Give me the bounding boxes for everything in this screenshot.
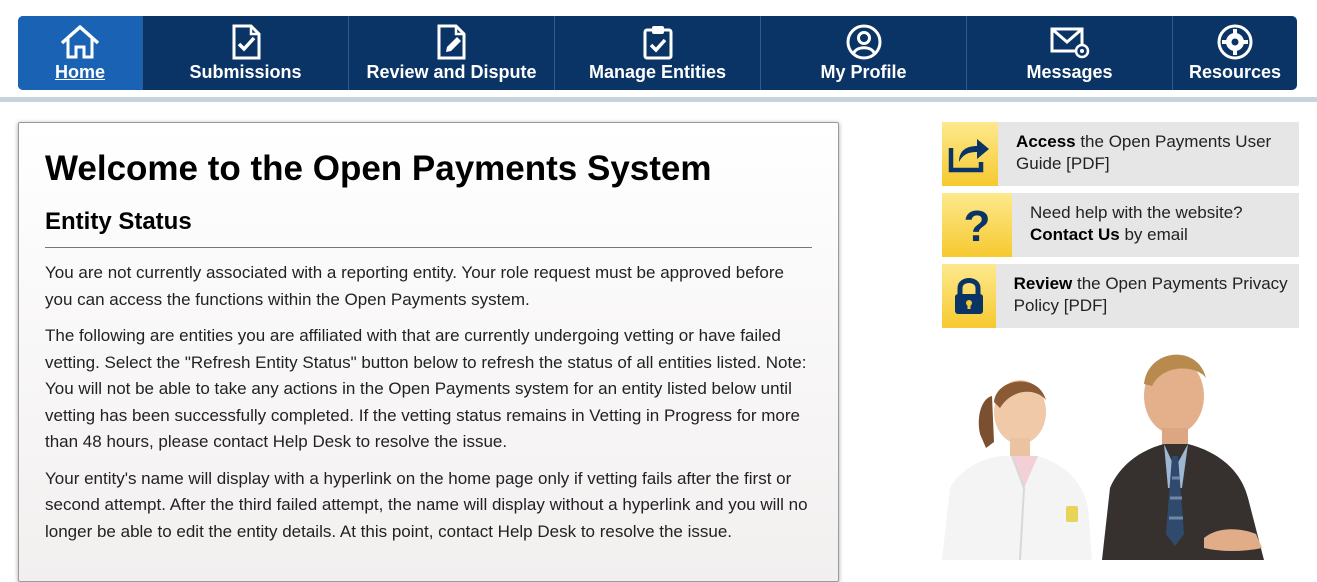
entity-status-paragraph: You are not currently associated with a … [45,263,785,309]
user-guide-link[interactable]: Access the Open Payments User Guide [PDF… [942,122,1299,186]
contact-us-text: Need help with the website? Contact Us b… [1030,203,1243,244]
user-guide-text: Access the Open Payments User Guide [PDF… [1016,132,1272,173]
nav-label: Submissions [189,62,302,82]
privacy-policy-text: Review the Open Payments Privacy Policy … [1013,274,1288,315]
nav-label: Manage Entities [588,62,727,82]
nav-submissions[interactable]: Submissions [143,16,349,90]
main-navigation: Home Submissions Review and Dispute Mana… [18,16,1297,90]
nav-label: Review and Dispute [366,62,537,82]
gear-icon [1216,24,1254,60]
question-mark-icon: ? [942,193,1012,257]
lock-icon [942,264,996,328]
svg-text:?: ? [964,203,991,247]
contact-us-link[interactable]: ? Need help with the website? Contact Us… [942,193,1299,257]
edit-document-icon [435,24,469,60]
clipboard-check-icon [641,24,675,60]
nav-messages[interactable]: Messages [967,16,1173,90]
envelope-icon [1049,24,1091,60]
share-arrow-icon [942,122,999,186]
nav-home[interactable]: Home [18,16,143,90]
nav-manage-entities[interactable]: Manage Entities [555,16,761,90]
nav-label: Resources [1188,62,1282,82]
privacy-policy-link[interactable]: Review the Open Payments Privacy Policy … [942,264,1299,328]
nav-resources[interactable]: Resources [1173,16,1297,90]
nav-label: Messages [1026,62,1113,82]
entity-status-paragraph: Your entity's name will display with a h… [45,468,808,541]
nav-label: My Profile [820,62,907,82]
home-icon [58,24,102,60]
page-title: Welcome to the Open Payments System [45,149,712,188]
user-circle-icon [845,24,883,60]
entity-status-paragraph: The following are entities you are affil… [45,326,807,451]
section-title: Entity Status [45,207,812,248]
nav-review-and-dispute[interactable]: Review and Dispute [349,16,555,90]
header-divider [0,97,1317,102]
welcome-panel: Welcome to the Open Payments System Enti… [18,122,839,582]
nav-label: Home [54,62,105,82]
nav-my-profile[interactable]: My Profile [761,16,967,90]
doctor-and-businessman-photo [942,338,1299,561]
checked-document-icon [229,24,263,60]
